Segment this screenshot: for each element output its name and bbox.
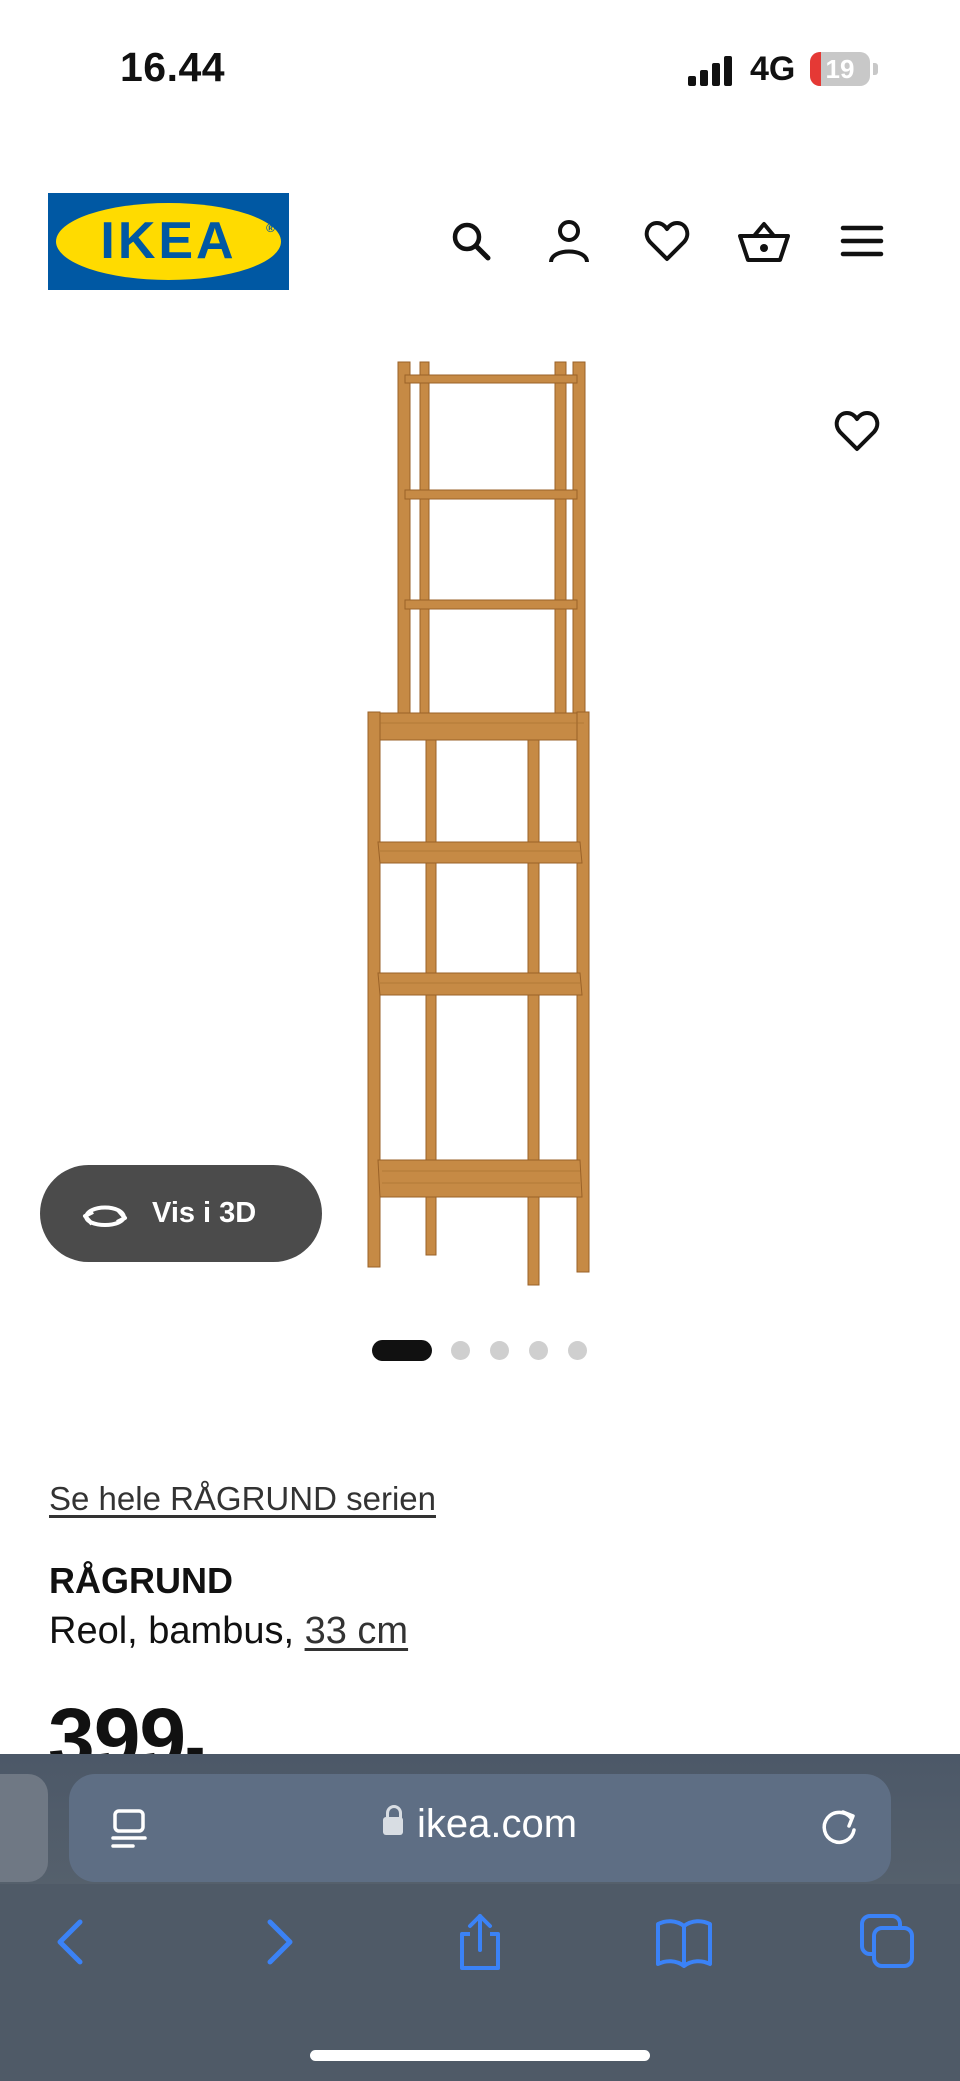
menu-icon[interactable] <box>834 213 890 269</box>
network-type: 4G <box>750 50 796 88</box>
url-text: ikea.com <box>416 1802 578 1846</box>
product-description: Reol, bambus, 33 cm <box>49 1610 408 1653</box>
account-icon[interactable] <box>541 213 597 269</box>
browser-toolbar: ikea.com <box>0 1754 960 2081</box>
pagination-dot-2[interactable] <box>451 1341 470 1360</box>
view-3d-label: Vis i 3D <box>152 1197 257 1229</box>
product-type: Reol, bambus, <box>49 1610 295 1652</box>
pagination-dot-5[interactable] <box>568 1341 587 1360</box>
logo-registered-mark: ® <box>266 221 275 235</box>
previous-tab-preview[interactable] <box>0 1774 48 1882</box>
product-image[interactable] <box>340 345 620 1290</box>
signal-icon <box>688 56 736 86</box>
battery-level: 19 <box>825 54 855 84</box>
series-link[interactable]: Se hele RÅGRUND serien <box>49 1480 436 1518</box>
basket-icon[interactable] <box>736 213 792 269</box>
heart-icon[interactable] <box>639 213 695 269</box>
logo-text: IKEA <box>100 212 237 270</box>
pagination-dot-1[interactable] <box>372 1340 432 1361</box>
rotate-3d-icon <box>83 1205 127 1227</box>
url-display[interactable]: ikea.com <box>69 1802 891 1847</box>
size-link[interactable]: 33 cm <box>305 1610 408 1652</box>
ikea-logo[interactable]: IKEA ® <box>48 193 289 290</box>
share-icon[interactable] <box>450 1912 510 1972</box>
view-3d-button[interactable]: Vis i 3D <box>40 1165 322 1262</box>
bookmarks-icon[interactable] <box>654 1912 714 1972</box>
pagination-dot-3[interactable] <box>490 1341 509 1360</box>
battery-tip <box>873 63 878 75</box>
search-icon[interactable] <box>443 213 499 269</box>
back-icon[interactable] <box>42 1912 102 1972</box>
battery-icon: 19 <box>810 52 870 86</box>
tabs-icon[interactable] <box>858 1912 918 1972</box>
reload-icon[interactable] <box>817 1806 861 1850</box>
address-bar[interactable]: ikea.com <box>69 1774 891 1882</box>
pagination-dot-4[interactable] <box>529 1341 548 1360</box>
home-indicator[interactable] <box>310 2050 650 2061</box>
lock-icon <box>382 1805 403 1835</box>
favorite-product-icon[interactable] <box>834 410 890 466</box>
status-time: 16.44 <box>120 44 226 90</box>
forward-icon[interactable] <box>248 1912 308 1972</box>
product-name: RÅGRUND <box>49 1560 233 1601</box>
